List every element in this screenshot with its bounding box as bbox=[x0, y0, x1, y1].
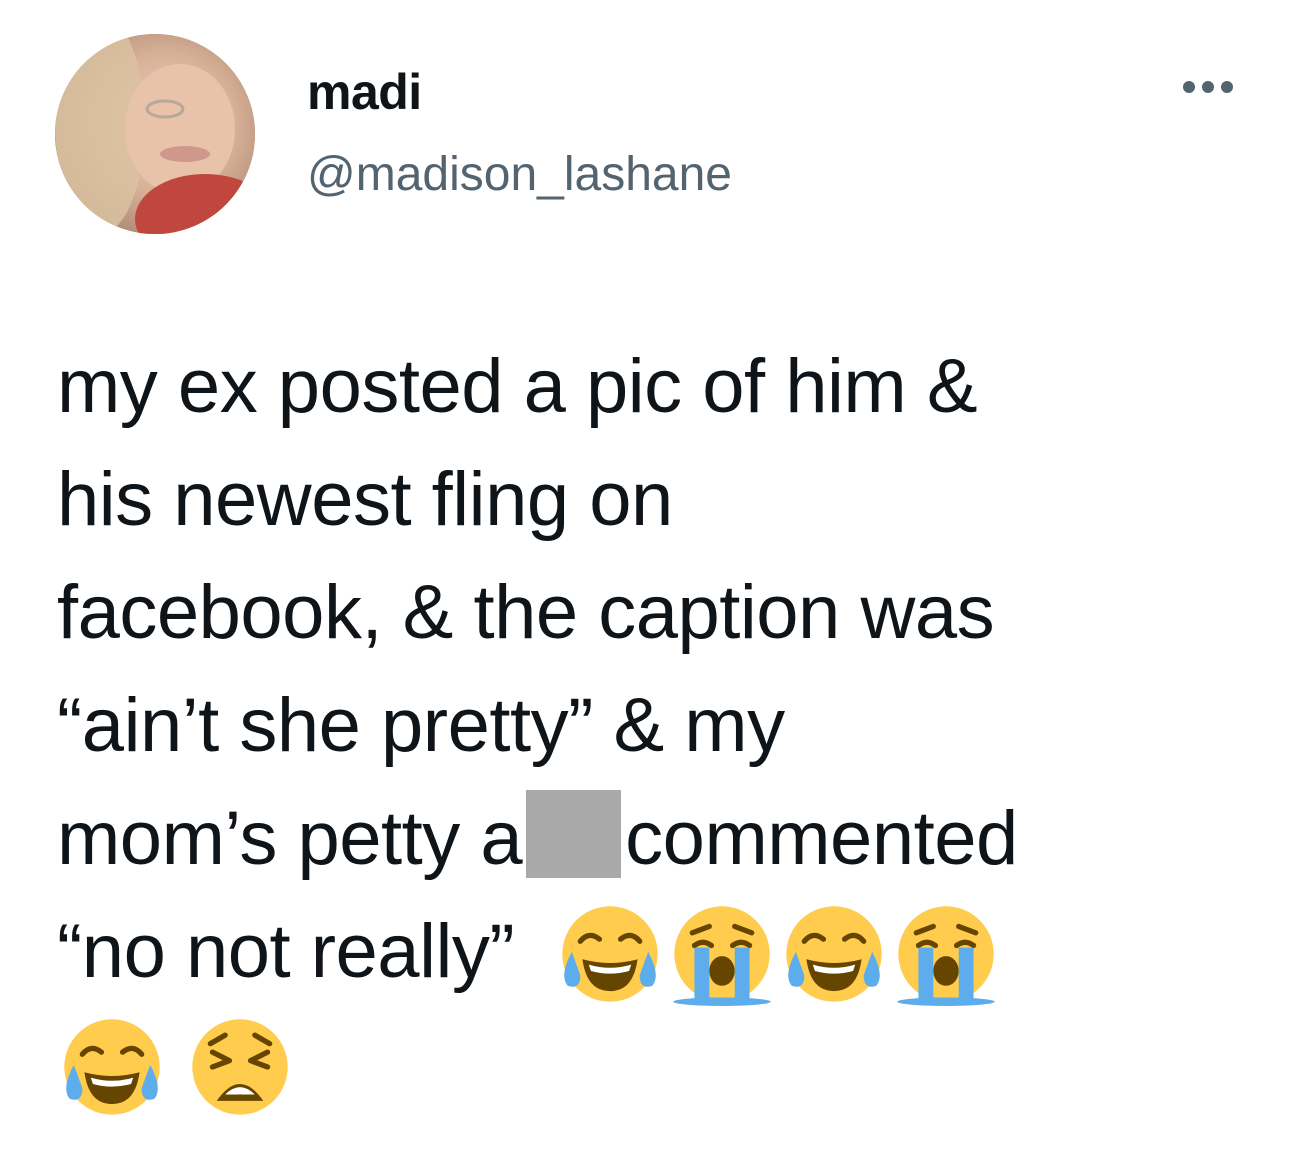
loudly-crying-face-icon bbox=[893, 901, 999, 1007]
profile-photo-icon bbox=[55, 34, 255, 234]
redaction-block bbox=[526, 790, 622, 878]
tweet-line: “ain’t she pretty” & my bbox=[57, 683, 785, 768]
tweet-text-segment: mom’s petty a bbox=[57, 796, 523, 881]
user-handle[interactable]: @madison_lashane bbox=[307, 146, 732, 204]
more-options-button[interactable] bbox=[1168, 72, 1248, 102]
tweet-text-segment: “no not really” bbox=[57, 909, 515, 994]
tweet-line: my ex posted a pic of him & bbox=[57, 344, 978, 429]
tweet-line bbox=[57, 1008, 1277, 1121]
face-with-tears-of-joy-icon bbox=[59, 1014, 165, 1120]
tweet-line: “no not really” bbox=[57, 895, 1277, 1008]
tweet-line: his newest fling on bbox=[57, 457, 673, 542]
tweet-text: my ex posted a pic of him & his newest f… bbox=[57, 330, 1277, 1121]
tweet-text-segment: commented bbox=[625, 796, 1018, 881]
avatar[interactable] bbox=[55, 34, 255, 234]
loudly-crying-face-icon bbox=[669, 901, 775, 1007]
face-with-tears-of-joy-icon bbox=[781, 901, 887, 1007]
weary-face-icon bbox=[187, 1014, 293, 1120]
more-horizontal-icon bbox=[1221, 81, 1233, 93]
display-name[interactable]: madi bbox=[307, 62, 422, 122]
more-horizontal-icon bbox=[1202, 81, 1214, 93]
tweet-line: mom’s petty a commented bbox=[57, 782, 1277, 895]
face-with-tears-of-joy-icon bbox=[557, 901, 663, 1007]
more-horizontal-icon bbox=[1183, 81, 1195, 93]
tweet-line: facebook, & the caption was bbox=[57, 570, 995, 655]
